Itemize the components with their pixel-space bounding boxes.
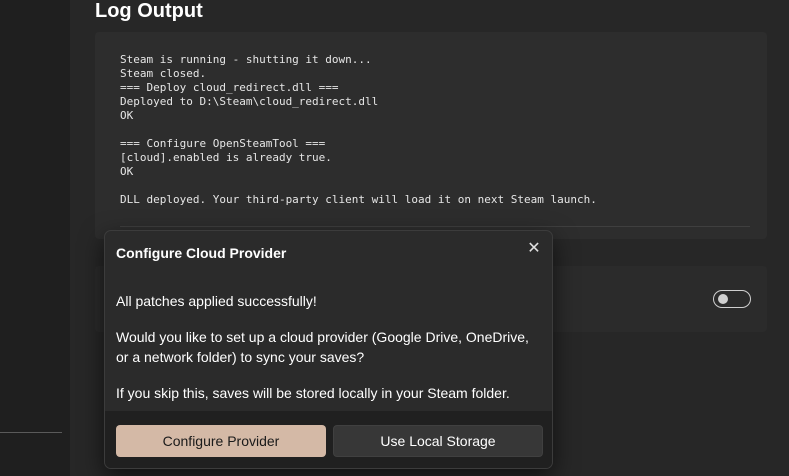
log-scrollbar[interactable] bbox=[120, 226, 750, 227]
configure-provider-button[interactable]: Configure Provider bbox=[116, 425, 326, 457]
dialog-message-question: Would you like to set up a cloud provide… bbox=[116, 329, 529, 365]
sidebar-divider bbox=[0, 432, 62, 433]
dialog-message-success: All patches applied successfully! bbox=[116, 293, 317, 309]
log-output-text: Steam is running - shutting it down... S… bbox=[120, 53, 597, 206]
toggle-knob bbox=[718, 294, 728, 304]
close-icon[interactable]: ✕ bbox=[523, 237, 545, 259]
page-title: Log Output bbox=[95, 0, 203, 22]
toggle-switch[interactable] bbox=[713, 290, 751, 308]
dialog-title: Configure Cloud Provider bbox=[116, 245, 287, 261]
sidebar bbox=[0, 0, 70, 476]
dialog-body: All patches applied successfully! Would … bbox=[116, 291, 544, 403]
configure-cloud-provider-dialog: Configure Cloud Provider ✕ All patches a… bbox=[104, 230, 553, 469]
use-local-storage-button[interactable]: Use Local Storage bbox=[333, 425, 543, 457]
dialog-message-skip-note: If you skip this, saves will be stored l… bbox=[116, 385, 510, 401]
